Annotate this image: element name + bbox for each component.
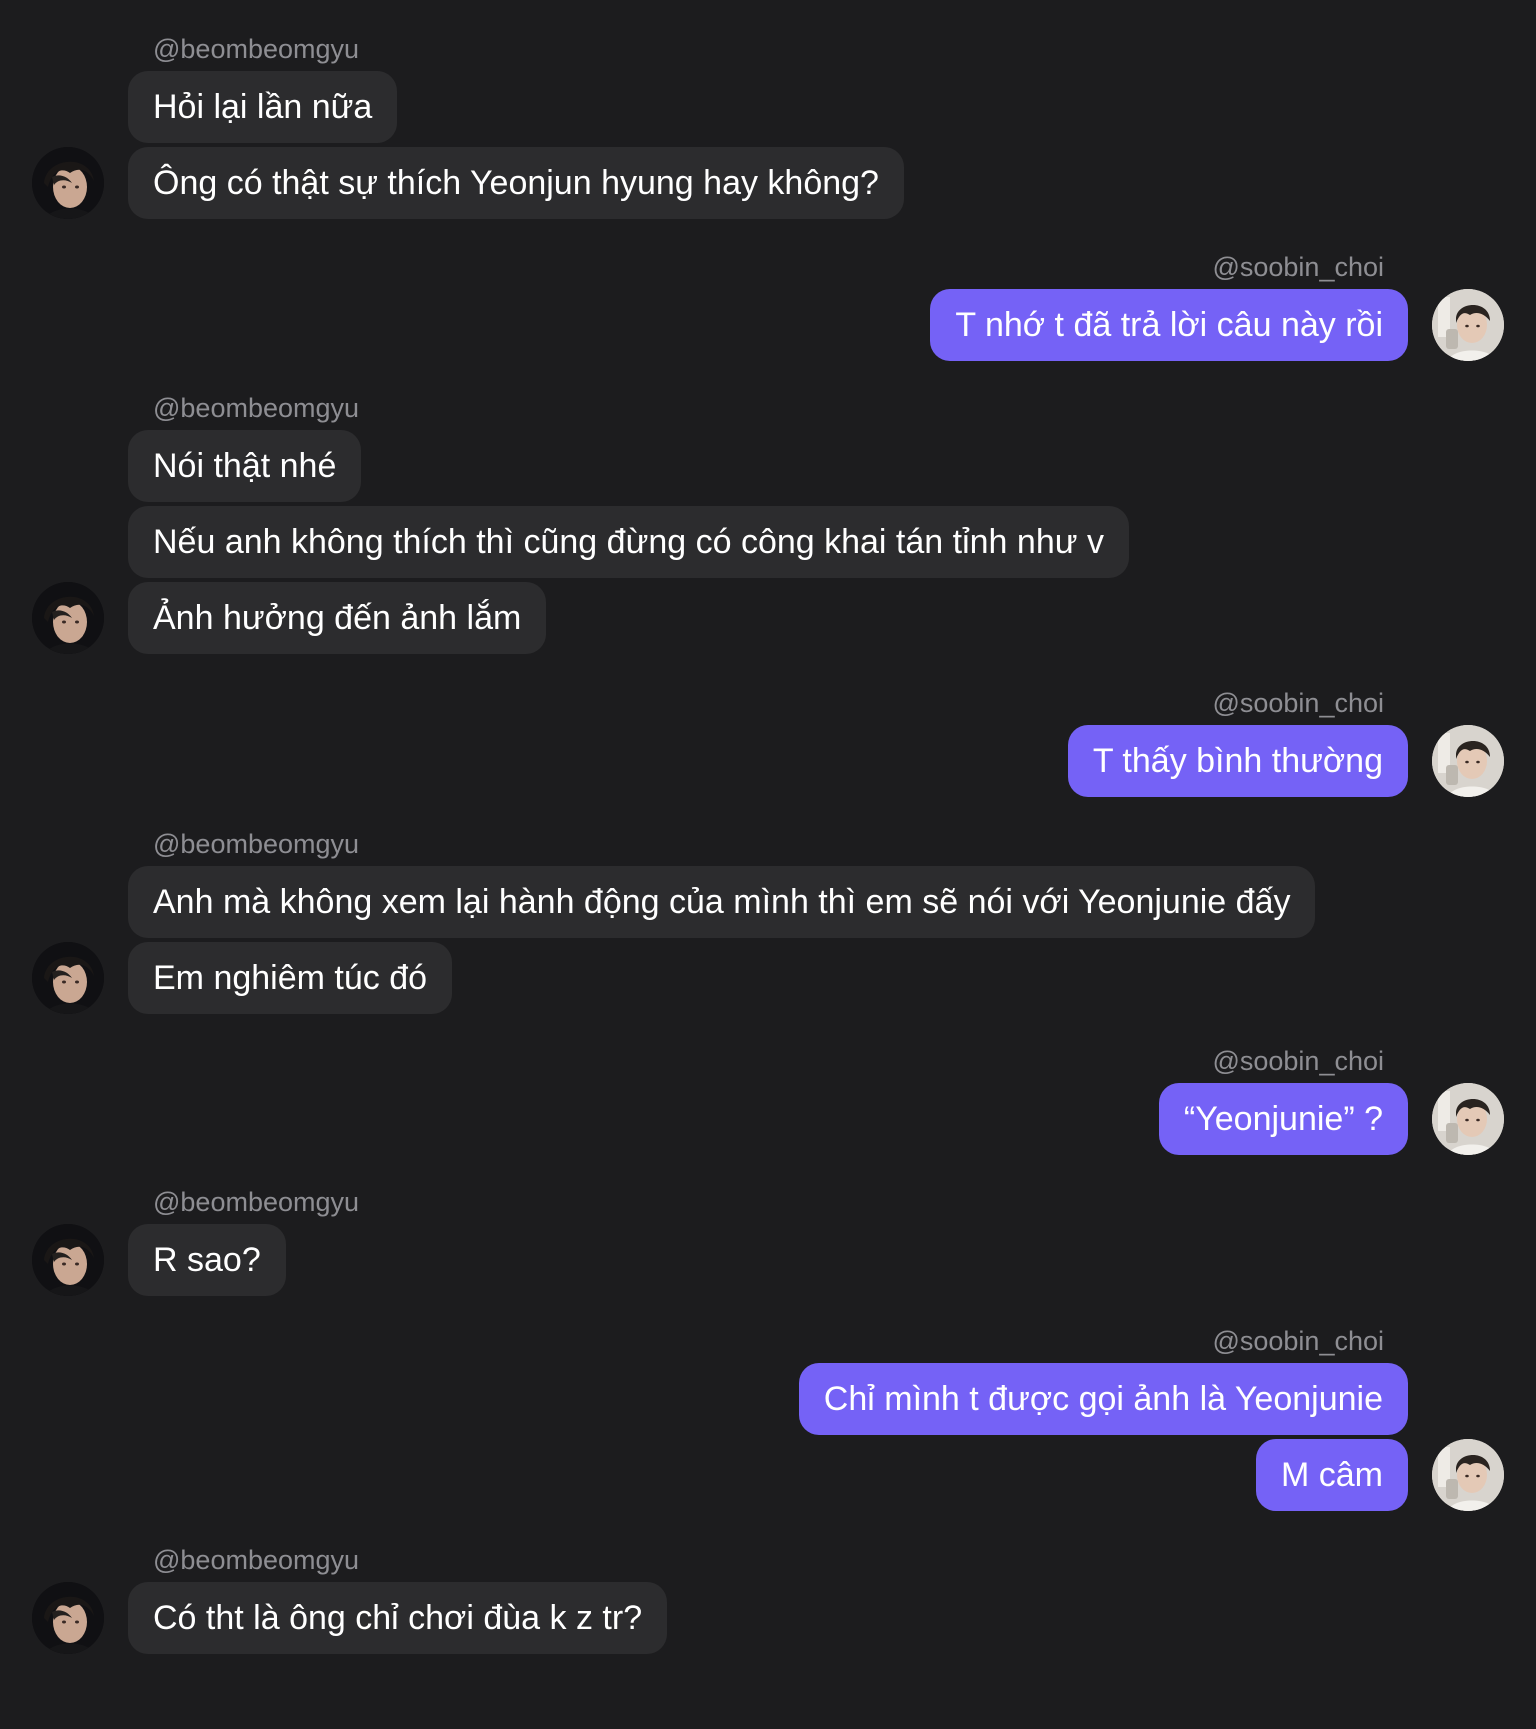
message-bubble[interactable]: M câm [1256, 1439, 1408, 1511]
message-bubble[interactable]: Chỉ mình t được gọi ảnh là Yeonjunie [798, 1363, 1408, 1435]
profile-photo-light-icon [1432, 725, 1504, 797]
sender-username[interactable]: @beombeomgyu [153, 33, 359, 65]
sender-avatar[interactable] [1432, 725, 1504, 797]
sender-avatar[interactable] [32, 147, 104, 219]
profile-photo-dark-hair-icon [32, 942, 104, 1014]
outgoing-message-group: @soobin_choi T nhớ t đã trả lời câu này r… [0, 251, 1536, 361]
message-bubble[interactable]: “Yeonjunie” ? [1158, 1083, 1408, 1155]
message-bubble[interactable]: R sao? [128, 1224, 286, 1296]
profile-photo-dark-hair-icon [32, 582, 104, 654]
profile-photo-light-icon [1432, 289, 1504, 361]
sender-avatar[interactable] [32, 1224, 104, 1296]
incoming-message-group: @beombeomgyu R sao? [0, 1186, 1536, 1296]
outgoing-message-group: @soobin_choi T thấy bình thường [0, 687, 1536, 797]
message-bubble[interactable]: T thấy bình thường [1067, 725, 1408, 797]
sender-avatar[interactable] [32, 942, 104, 1014]
sender-avatar[interactable] [32, 582, 104, 654]
sender-avatar[interactable] [32, 1582, 104, 1654]
sender-username[interactable]: @beombeomgyu [153, 1186, 359, 1218]
sender-username[interactable]: @soobin_choi [1212, 1325, 1384, 1357]
incoming-message-group: @beombeomgyu Nói thật nhé Nếu anh không th… [0, 392, 1536, 654]
profile-photo-dark-hair-icon [32, 1224, 104, 1296]
sender-avatar[interactable] [1432, 289, 1504, 361]
message-bubble[interactable]: Anh mà không xem lại hành động của mình … [128, 866, 1316, 938]
message-bubble[interactable]: Hỏi lại lần nữa [128, 71, 398, 143]
sender-username[interactable]: @beombeomgyu [153, 392, 359, 424]
message-bubble[interactable]: Có tht là ông chỉ chơi đùa k z tr? [128, 1582, 668, 1654]
sender-username[interactable]: @beombeomgyu [153, 828, 359, 860]
outgoing-message-group: @soobin_choi Chỉ mình t được gọi ảnh là Y… [0, 1325, 1536, 1511]
profile-photo-dark-hair-icon [32, 147, 104, 219]
message-bubble[interactable]: Ông có thật sự thích Yeonjun hyung hay k… [128, 147, 904, 219]
outgoing-message-group: @soobin_choi “Yeonjunie” ? [0, 1045, 1536, 1155]
incoming-message-group: @beombeomgyu Hỏi lại lần nữa Ông có thật s… [0, 33, 1536, 219]
chat-thread: @beombeomgyu Hỏi lại lần nữa Ông có thật s… [0, 0, 1536, 1729]
sender-username[interactable]: @soobin_choi [1212, 1045, 1384, 1077]
message-bubble[interactable]: T nhớ t đã trả lời câu này rồi [930, 289, 1408, 361]
profile-photo-light-icon [1432, 1439, 1504, 1511]
message-bubble[interactable]: Nói thật nhé [128, 430, 362, 502]
sender-username[interactable]: @beombeomgyu [153, 1544, 359, 1576]
sender-username[interactable]: @soobin_choi [1212, 687, 1384, 719]
sender-avatar[interactable] [1432, 1083, 1504, 1155]
sender-avatar[interactable] [1432, 1439, 1504, 1511]
message-bubble[interactable]: Ảnh hưởng đến ảnh lắm [128, 582, 547, 654]
incoming-message-group: @beombeomgyu Anh mà không xem lại hành độ… [0, 828, 1536, 1014]
profile-photo-light-icon [1432, 1083, 1504, 1155]
profile-photo-dark-hair-icon [32, 1582, 104, 1654]
sender-username[interactable]: @soobin_choi [1212, 251, 1384, 283]
incoming-message-group: @beombeomgyu Có tht là ông chỉ chơi đùa k… [0, 1544, 1536, 1654]
message-bubble[interactable]: Nếu anh không thích thì cũng đừng có côn… [128, 506, 1129, 578]
message-bubble[interactable]: Em nghiêm túc đó [128, 942, 453, 1014]
